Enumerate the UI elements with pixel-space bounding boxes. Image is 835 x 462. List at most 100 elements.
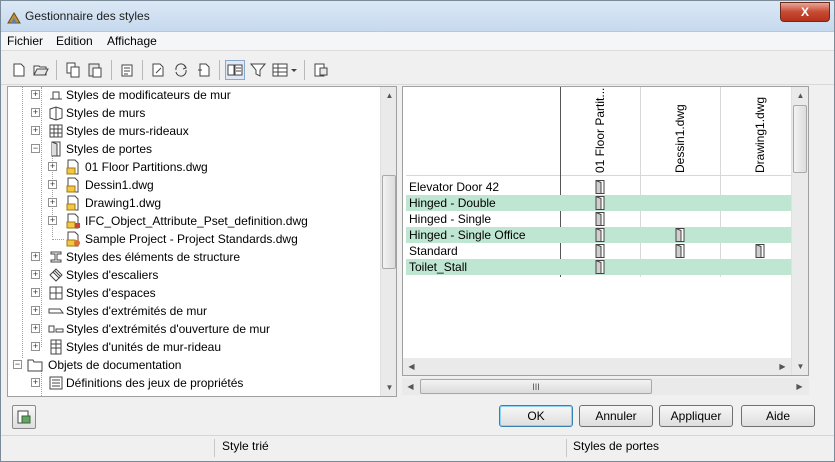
style-tree[interactable]: + Styles de modificateurs de mur + Style… [7,86,397,397]
grid-column-header[interactable]: Drawing1.dwg [753,97,767,173]
tree-item-opening-endcap-styles[interactable]: + Styles d'extrémités d'ouverture de mur [8,320,380,338]
scroll-up-arrow[interactable]: ▲ [381,87,396,104]
menu-affichage[interactable]: Affichage [107,34,157,48]
inspect-icon[interactable] [311,60,331,80]
opening-endcap-icon [48,325,64,333]
scroll-thumb[interactable] [793,105,807,173]
grid-vertical-scrollbar[interactable]: ▲ ▼ [791,87,808,375]
grid-column-header[interactable]: 01 Floor Partit... [593,88,607,173]
door-style-icon [675,228,685,242]
collapse-toggle[interactable]: − [13,360,22,369]
scroll-left-arrow[interactable]: ◀ [403,358,420,375]
title-bar: Gestionnaire des styles X [1,1,834,32]
copy-icon[interactable] [63,60,83,80]
grid-column-header[interactable]: Dessin1.dwg [673,104,687,173]
menu-fichier[interactable]: Fichier [7,34,43,48]
dwg-project-icon [66,231,80,247]
door-style-icon [595,260,605,274]
scroll-down-arrow[interactable]: ▼ [381,379,396,396]
preview-button[interactable] [12,405,36,429]
scroll-thumb[interactable] [382,175,396,269]
stair-icon [49,268,63,282]
style-set-icon[interactable] [194,60,214,80]
status-divider [566,439,567,457]
cancel-button[interactable]: Annuler [579,405,653,427]
tree-item-stair-styles[interactable]: + Styles d'escaliers [8,266,380,284]
collapse-toggle[interactable]: − [31,144,40,153]
door-style-icon [595,244,605,258]
paste-icon[interactable] [85,60,105,80]
expand-toggle[interactable]: + [48,198,57,207]
scroll-up-arrow[interactable]: ▲ [792,87,808,104]
scroll-down-arrow[interactable]: ▼ [792,358,808,375]
curtain-unit-icon [50,339,62,355]
tree-item-wall-styles[interactable]: + Styles de murs [8,104,380,122]
tree-item-curtain-unit-styles[interactable]: + Styles d'unités de mur-rideau [8,338,380,356]
expand-toggle[interactable]: + [31,108,40,117]
expand-toggle[interactable]: + [31,306,40,315]
open-icon[interactable] [31,60,51,80]
tree-item-curtain-wall-styles[interactable]: + Styles de murs-rideaux [8,122,380,140]
dwg-file-icon [66,159,79,175]
tree-vertical-scrollbar[interactable]: ▲ ▼ [380,87,396,396]
filter-icon[interactable] [248,60,268,80]
expand-toggle[interactable]: + [31,90,40,99]
dwg-file-icon [66,195,79,211]
expand-toggle[interactable]: + [31,378,40,387]
expand-toggle[interactable]: + [48,216,57,225]
tree-item-door-styles[interactable]: − Styles de portes [8,140,380,158]
scroll-thumb[interactable]: III [420,379,652,394]
toggle-view-icon[interactable] [225,60,245,80]
menu-edition[interactable]: Edition [56,34,93,48]
tree-item-dessin1[interactable]: + Dessin1.dwg [8,176,380,194]
grid-outer-horizontal-scrollbar[interactable]: ◀ III ▶ [402,378,809,395]
tree-item-structural-member-styles[interactable]: + Styles des éléments de structure [8,248,380,266]
tree-item-ifc-pset[interactable]: + IFC_Object_Attribute_Pset_definition.d… [8,212,380,230]
new-icon[interactable] [9,60,29,80]
ok-button[interactable]: OK [499,405,573,427]
expand-toggle[interactable]: + [31,126,40,135]
tree-item-label: Objets de documentation [48,358,182,372]
purge-icon[interactable] [117,60,137,80]
help-button[interactable]: Aide [741,405,815,427]
expand-toggle[interactable]: + [31,342,40,351]
tree-item-wall-modifier-styles[interactable]: + Styles de modificateurs de mur [8,87,380,104]
door-style-icon [675,244,685,258]
close-button[interactable]: X [780,2,830,22]
expand-toggle[interactable]: + [48,162,57,171]
grid-row-label: Elevator Door 42 [409,180,500,194]
tree-item-property-set-definitions[interactable]: + Définitions des jeux de propriétés [8,374,380,392]
grid-row-label: Hinged - Single Office [409,228,526,242]
tree-item-label: Styles des éléments de structure [66,250,241,264]
toolbar-separator [111,60,112,80]
tree-item-sample-project[interactable]: Sample Project - Project Standards.dwg [8,230,380,248]
synchronize-icon[interactable] [171,60,191,80]
style-grid[interactable]: 01 Floor Partit... Dessin1.dwg Drawing1.… [402,86,809,376]
scroll-right-arrow[interactable]: ▶ [791,378,808,395]
toolbar-separator [142,60,143,80]
expand-toggle[interactable]: + [31,288,40,297]
door-style-icon [595,196,605,210]
grid-row-label: Toilet_Stall [409,260,468,274]
wall-modifier-icon [50,91,62,100]
tree-item-floor-partitions[interactable]: + 01 Floor Partitions.dwg [8,158,380,176]
status-sort: Style trié [222,439,269,453]
tree-item-label: Styles d'extrémités d'ouverture de mur [66,322,270,336]
expand-toggle[interactable]: + [48,180,57,189]
tree-item-documentation-objects[interactable]: − Objets de documentation [8,356,380,374]
expand-toggle[interactable]: + [31,252,40,261]
scroll-left-arrow[interactable]: ◀ [402,378,419,395]
tree-item-drawing1[interactable]: + Drawing1.dwg [8,194,380,212]
apply-button[interactable]: Appliquer [659,405,733,427]
scroll-right-arrow[interactable]: ▶ [774,358,791,375]
door-style-icon [51,141,61,157]
tree-item-wall-endcap-styles[interactable]: + Styles d'extrémités de mur [8,302,380,320]
door-style-icon [755,244,765,258]
view-options-icon[interactable] [271,60,299,80]
edit-style-icon[interactable] [148,60,168,80]
grid-horizontal-scrollbar[interactable]: ◀ ▶ [403,358,791,375]
expand-toggle[interactable]: + [31,324,40,333]
tree-item-label: Styles d'extrémités de mur [66,304,208,318]
expand-toggle[interactable]: + [31,270,40,279]
tree-item-space-styles[interactable]: + Styles d'espaces [8,284,380,302]
